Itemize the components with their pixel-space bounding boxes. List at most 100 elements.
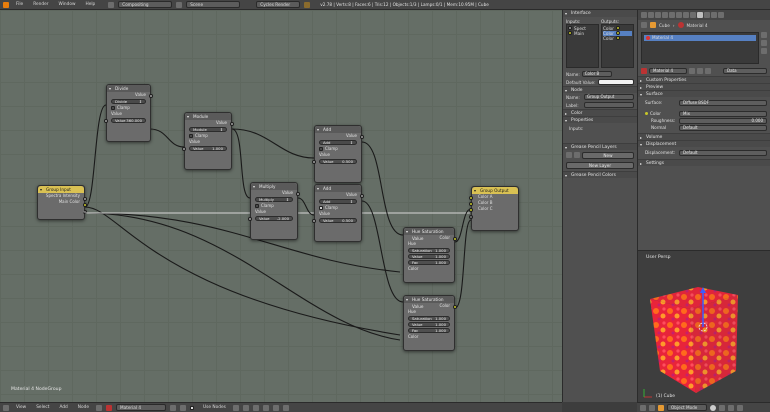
mode-select[interactable]: Object Mode [667, 404, 707, 411]
menu-render[interactable]: Render [30, 2, 51, 7]
grease-pencil-colors-header[interactable]: Grease Pencil Colors [563, 171, 637, 179]
empty-input-socket[interactable] [469, 215, 473, 219]
color-b-input-socket[interactable] [469, 202, 473, 206]
output-socket[interactable] [230, 122, 234, 126]
node-panel-header[interactable]: Node [563, 86, 637, 94]
output-socket[interactable] [360, 194, 364, 198]
hsv-2-fac-field[interactable]: Fac 1.000 [408, 328, 450, 333]
hsv-1-value-field[interactable]: Value 1.000 [408, 254, 450, 259]
blender-logo-icon[interactable] [3, 1, 9, 8]
material-tab-icon[interactable] [697, 12, 703, 18]
menu-collapse-icon[interactable] [649, 404, 655, 411]
output-socket[interactable] [296, 192, 300, 196]
node-add-2-value-field[interactable]: Value 0.500 [319, 218, 357, 223]
node-multiply-operation[interactable]: Multiply ⇕ [255, 197, 293, 202]
socket-name-field[interactable]: Color B [581, 71, 612, 77]
clamp-checkbox[interactable] [111, 106, 115, 110]
shader-type-icon[interactable] [96, 404, 103, 411]
pencil-icon[interactable] [566, 152, 572, 158]
node-add-2[interactable]: Add Value Add ⇕ Clamp Value Value 0.500 [312, 184, 364, 242]
node-module-operation[interactable]: Module ⇕ [189, 127, 227, 132]
input-socket[interactable] [312, 160, 316, 164]
node-hsv-1-title[interactable]: Hue Saturation Value [404, 228, 454, 241]
pivot-icon[interactable] [719, 404, 725, 411]
custom-properties-header[interactable]: Custom Properties [638, 76, 770, 84]
main-color-output-socket[interactable] [83, 203, 87, 207]
clamp-checkbox[interactable] [189, 134, 193, 138]
link-data-select[interactable]: Data [723, 68, 767, 74]
menu-window[interactable]: Window [56, 2, 79, 7]
node-module[interactable]: Module Value Module ⇕ Clamp Value Value 1.… [182, 112, 234, 170]
output-socket[interactable] [453, 305, 457, 309]
snap-mode-icon[interactable] [262, 404, 269, 411]
particles-tab-icon[interactable] [711, 12, 717, 18]
paste-icon[interactable] [282, 404, 289, 411]
node-multiply-value-field[interactable]: Value -2.000 [255, 216, 293, 221]
editor-type-icon[interactable] [640, 404, 646, 411]
surface-select[interactable]: Diffuse BSDF [679, 99, 767, 106]
node-name-field[interactable]: Group Output [584, 94, 634, 100]
input-item-main[interactable]: Main [568, 31, 597, 36]
node-editor[interactable]: Divide Value Divide⇕ Clamp Value Value36… [0, 10, 562, 402]
menu-help[interactable]: Help [82, 2, 98, 7]
input-socket[interactable] [104, 119, 108, 123]
preview-header[interactable]: Preview [638, 83, 770, 91]
node-hue-saturation-value-1[interactable]: Hue Saturation Value Color Hue Saturatio… [403, 227, 457, 283]
render-layers-tab-icon[interactable] [648, 12, 654, 18]
node-add-2-operation[interactable]: Add ⇕ [319, 199, 357, 204]
menu-file[interactable]: File [13, 2, 26, 7]
screen-layout-select[interactable]: Compositing [118, 1, 173, 8]
normal-select[interactable]: Default [679, 124, 767, 131]
output-socket[interactable] [360, 135, 364, 139]
menu-select[interactable]: Select [33, 405, 52, 410]
node-group-output-title[interactable]: Group Output [472, 187, 518, 194]
roughness-field[interactable]: 0.000 [679, 117, 767, 124]
pin-icon[interactable] [232, 404, 239, 411]
input-socket[interactable] [248, 217, 252, 221]
snap-icon[interactable] [252, 404, 259, 411]
render-tab-icon[interactable] [641, 12, 647, 18]
hsv-1-saturation-field[interactable]: Saturation 1.000 [408, 248, 450, 253]
copy-icon[interactable] [272, 404, 279, 411]
material-sphere-icon[interactable] [106, 404, 113, 411]
settings-header[interactable]: Settings [638, 159, 770, 167]
3d-viewport[interactable]: User Persp (1) Cube [637, 250, 770, 402]
node-multiply[interactable]: Multiply Value Multiply ⇕ Clamp Value Val… [248, 182, 300, 240]
color-input-select[interactable]: Mix [679, 110, 767, 117]
manipulator-icon[interactable] [728, 404, 734, 411]
node-divide-value-field[interactable]: Value 360.000 [111, 118, 146, 123]
remove-slot-icon[interactable] [761, 40, 767, 46]
object-tab-icon[interactable] [669, 12, 675, 18]
pin-icon[interactable] [641, 22, 647, 28]
color-a-input-socket[interactable] [469, 196, 473, 200]
material-name-field[interactable]: Material 4 [649, 68, 687, 74]
output-socket[interactable] [149, 94, 153, 98]
world-tab-icon[interactable] [662, 12, 668, 18]
scene-icon[interactable] [176, 1, 183, 8]
node-multiply-title[interactable]: Multiply [251, 183, 297, 190]
editor-type-icon[interactable] [3, 404, 9, 411]
displacement-header[interactable]: Displacement [638, 140, 770, 148]
fake-user-icon[interactable] [170, 404, 177, 411]
input-socket[interactable] [182, 147, 186, 151]
render-engine-select[interactable]: Cycles Render [256, 1, 301, 8]
material-slot-item[interactable]: Material 4 [644, 35, 756, 41]
go-parent-icon[interactable] [242, 404, 249, 411]
material-browse-icon[interactable] [641, 68, 647, 74]
new-material-icon[interactable] [697, 68, 703, 74]
node-add-2-title[interactable]: Add [315, 185, 361, 192]
input-socket[interactable] [312, 219, 316, 223]
slot-menu-icon[interactable] [761, 48, 767, 54]
use-nodes-checkbox[interactable] [190, 405, 195, 410]
node-label-field[interactable] [584, 102, 634, 108]
output-item-color-c[interactable]: Color [603, 36, 632, 41]
grease-pencil-layers-header[interactable]: Grease Pencil Layers [563, 143, 637, 151]
node-group-output[interactable]: Group Output Color A Color B Color C [469, 186, 519, 231]
default-value-color-swatch[interactable] [598, 79, 634, 85]
scene-source-icon[interactable] [574, 152, 580, 158]
color-panel-header[interactable]: Color [563, 109, 637, 117]
hsv-1-fac-field[interactable]: Fac 1.000 [408, 260, 450, 265]
hsv-2-saturation-field[interactable]: Saturation 1.000 [408, 316, 450, 321]
texture-tab-icon[interactable] [704, 12, 710, 18]
scene-tab-icon[interactable] [655, 12, 661, 18]
